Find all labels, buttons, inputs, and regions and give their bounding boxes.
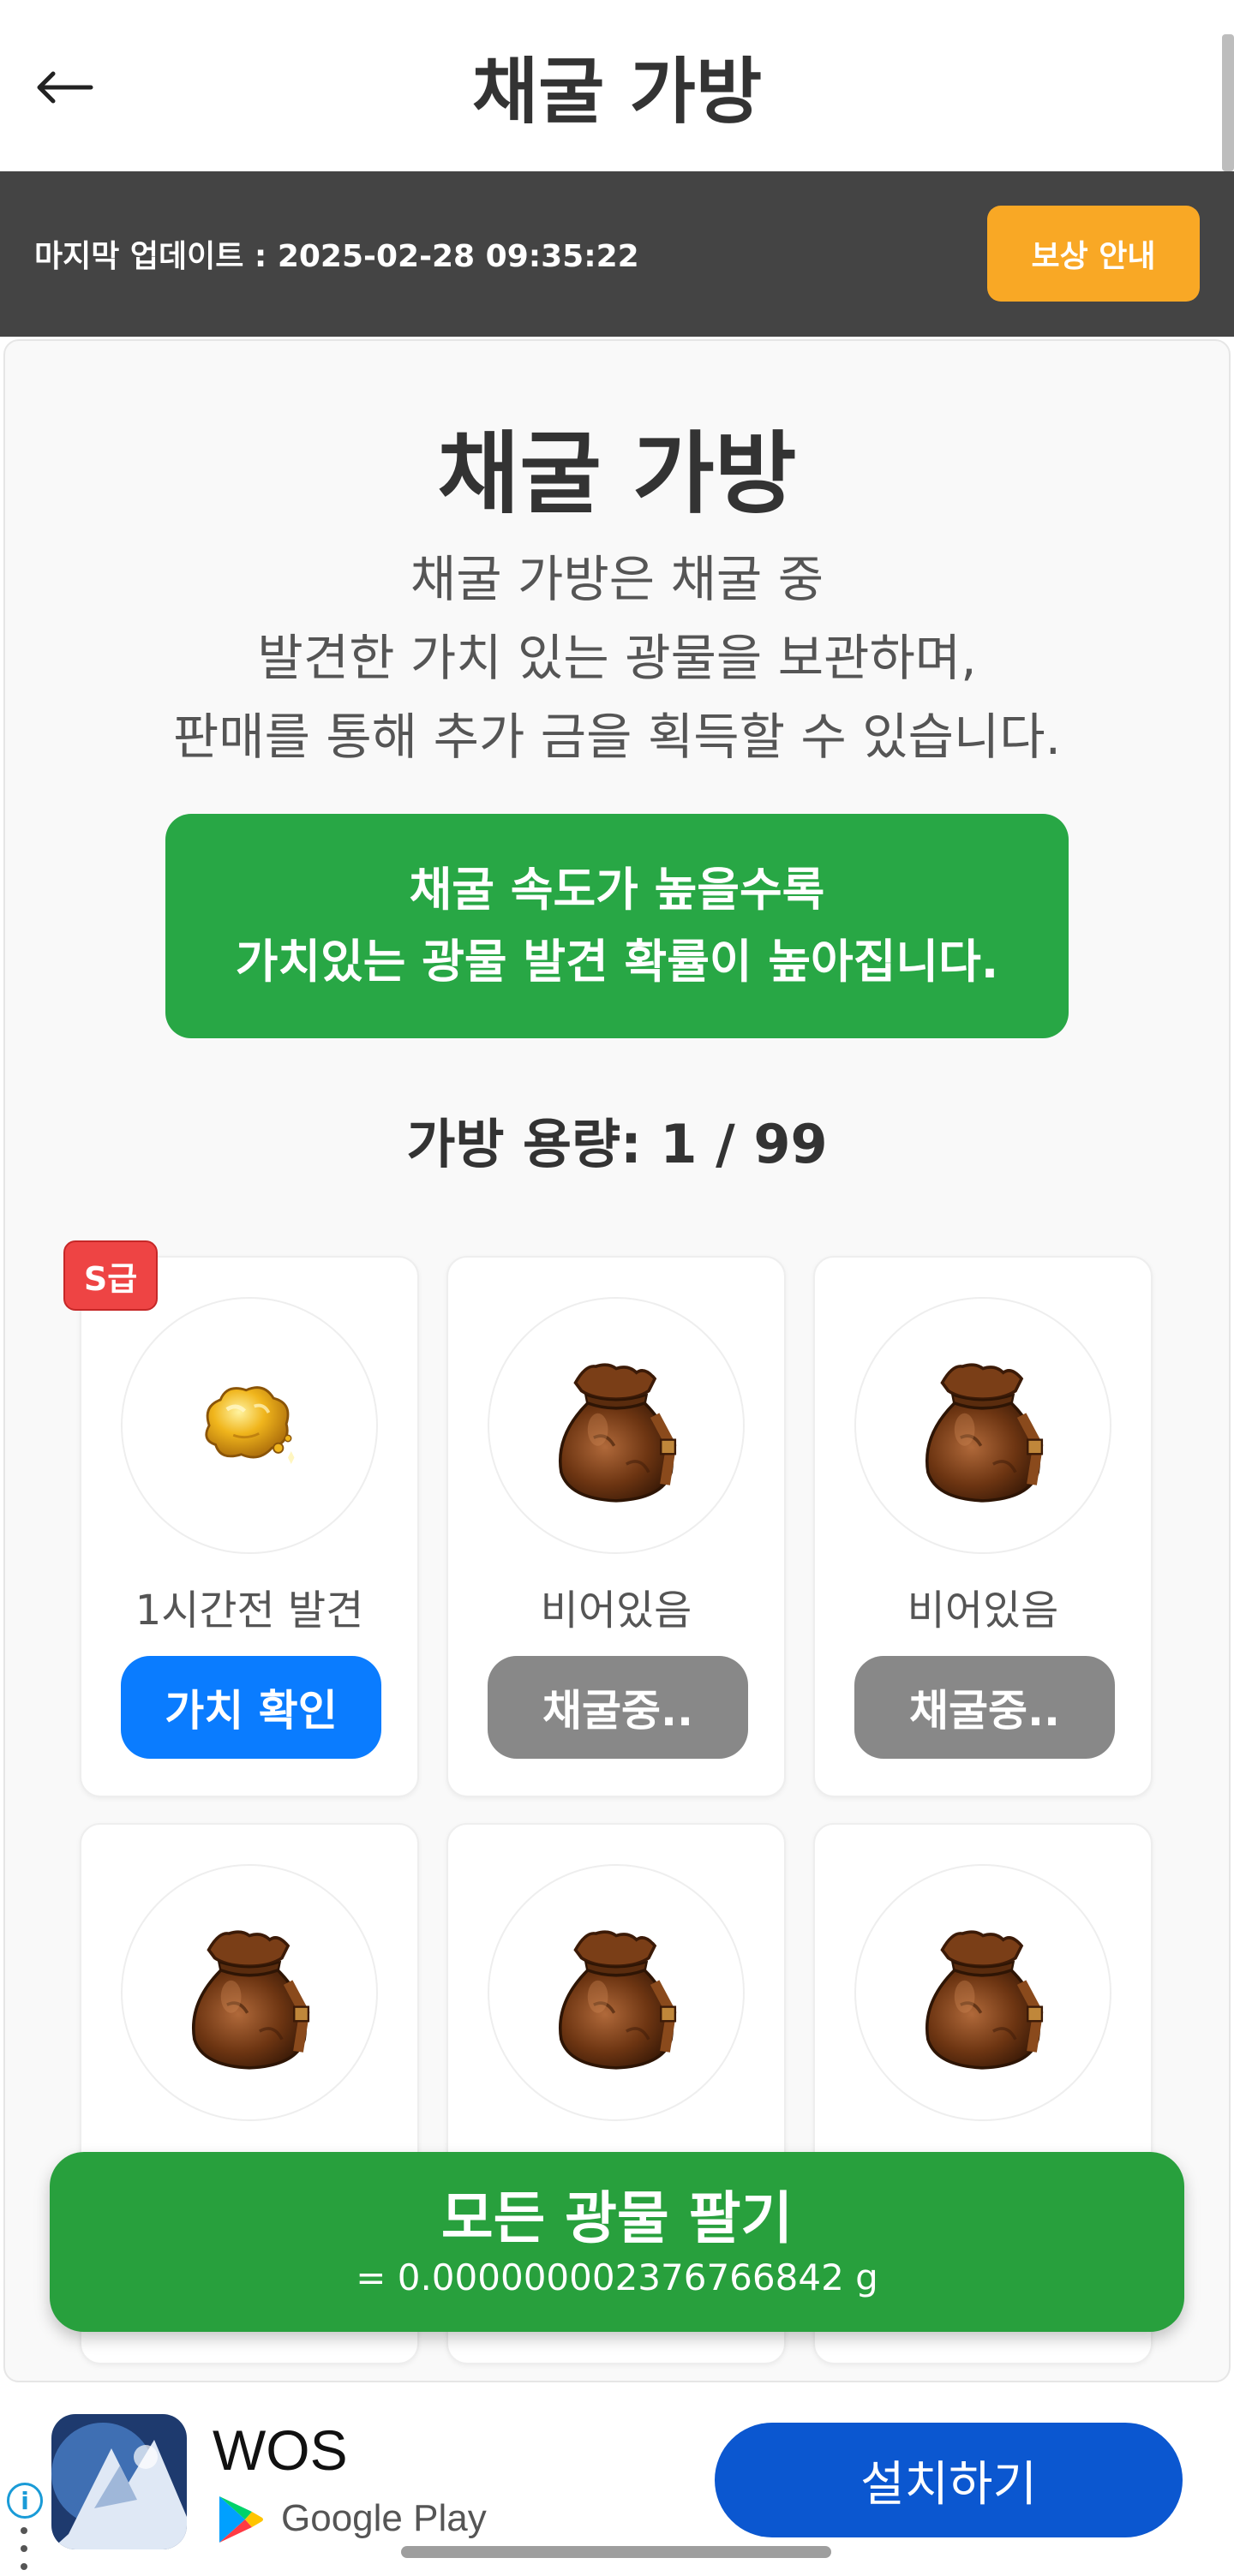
ad-app-icon[interactable] [51, 2414, 187, 2549]
app-header [0, 0, 1234, 171]
slot-image [488, 1864, 745, 2121]
back-button[interactable] [26, 53, 103, 122]
install-button[interactable]: 설치하기 [715, 2423, 1183, 2537]
mining-sack-icon [535, 1344, 698, 1507]
mining-sack-icon [902, 1911, 1064, 2074]
speed-notice-banner: 채굴 속도가 높을수록 가치있는 광물 발견 확률이 높아집니다. [165, 814, 1069, 1038]
ad-store-label: Google Play [281, 2497, 487, 2539]
ad-info-icon[interactable]: i [7, 2483, 43, 2519]
slot-image [488, 1297, 745, 1554]
sell-all-value: = 0.000000002376766842 g [356, 2256, 878, 2298]
mining-button[interactable]: 채굴중.. [488, 1656, 748, 1759]
notice-line: 가치있는 광물 발견 확률이 높아집니다. [235, 935, 999, 989]
check-value-button[interactable]: 가치 확인 [121, 1656, 381, 1759]
mineral-slot: 1시간전 발견 가치 확인 [80, 1256, 419, 1797]
mineral-slot: 비어있음 채굴중.. [813, 1256, 1153, 1797]
last-update-text: 마지막 업데이트 : 2025-02-28 09:35:22 [34, 239, 639, 274]
mining-sack-icon [902, 1344, 1064, 1507]
slot-status: 비어있음 [907, 1587, 1059, 1635]
description-line: 판매를 통해 추가 금을 획득할 수 있습니다. [172, 708, 1062, 766]
reward-guide-button[interactable]: 보상 안내 [987, 206, 1200, 302]
slot-image [854, 1864, 1111, 2121]
description-line: 채굴 가방은 채굴 중 [410, 550, 824, 608]
slot-status: 비어있음 [540, 1587, 692, 1635]
mining-sack-icon [535, 1911, 698, 2074]
home-indicator[interactable] [401, 2546, 831, 2558]
slot-image [854, 1297, 1111, 1554]
mineral-slot: 비어있음 채굴중.. [446, 1256, 786, 1797]
scrollbar-thumb[interactable] [1222, 34, 1234, 171]
mining-button[interactable]: 채굴중.. [854, 1656, 1115, 1759]
notice-line: 채굴 속도가 높을수록 [409, 863, 825, 917]
arrow-left-icon [37, 71, 93, 104]
sell-all-label: 모든 광물 팔기 [440, 2185, 794, 2251]
bag-title: 채굴 가방 [437, 421, 797, 526]
slot-image [121, 1864, 378, 2121]
slot-status: 1시간전 발견 [135, 1587, 364, 1635]
ad-menu-icon[interactable] [21, 2527, 27, 2570]
mining-sack-icon [168, 1911, 331, 2074]
grade-badge: S급 [63, 1240, 158, 1311]
gold-nugget-icon [185, 1361, 314, 1490]
ad-app-name: WOS [213, 2418, 348, 2482]
description-line: 발견한 가치 있는 광물을 보관하며, [257, 629, 977, 687]
slot-image [121, 1297, 378, 1554]
bag-capacity: 가방 용량: 1 / 99 [406, 1113, 828, 1175]
sell-all-button[interactable]: 모든 광물 팔기 = 0.000000002376766842 g [50, 2152, 1184, 2332]
bag-description: 채굴 가방은 채굴 중 발견한 가치 있는 광물을 보관하며, 판매를 통해 추… [0, 540, 1234, 776]
google-play-icon [219, 2496, 263, 2543]
